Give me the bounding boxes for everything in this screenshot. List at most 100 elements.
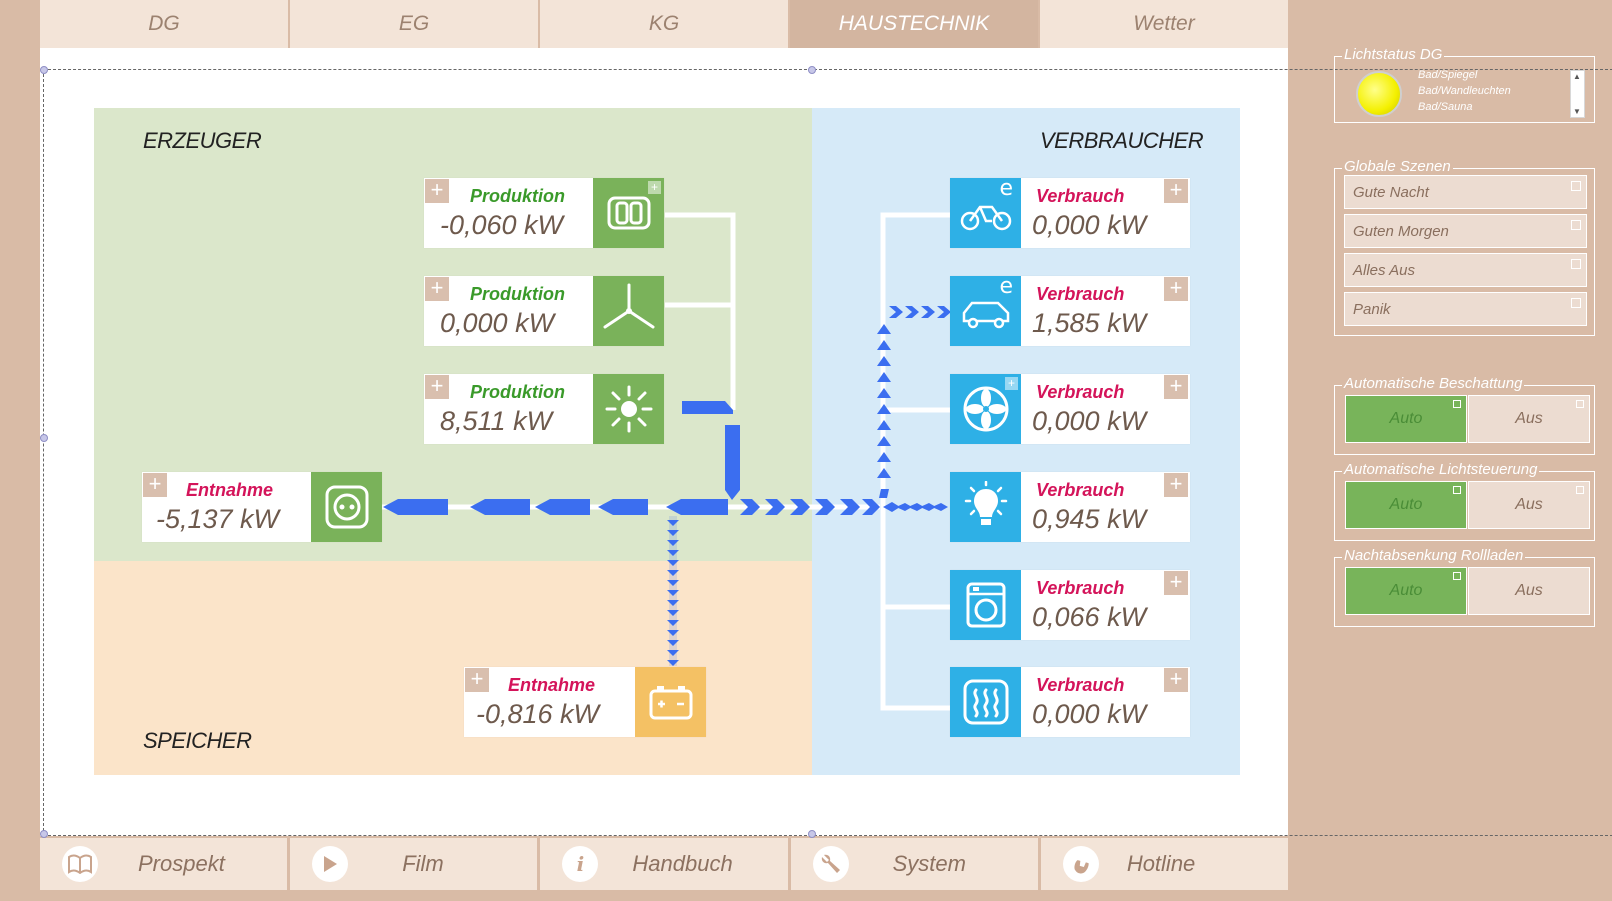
- expand-button[interactable]: +: [465, 668, 489, 692]
- sun-icon: [593, 374, 664, 444]
- card-value: 0,000 kW: [440, 308, 555, 338]
- rollladen-aus-toggle[interactable]: Aus: [1468, 567, 1590, 615]
- handbuch-button[interactable]: i Handbuch: [540, 838, 791, 890]
- card-value: 0,945 kW: [1032, 504, 1147, 534]
- lichtsteuerung-title: Automatische Lichtsteuerung: [1342, 461, 1540, 478]
- card-label: Produktion: [470, 284, 565, 304]
- consumer-card-ecar[interactable]: e Verbrauch 1,585 kW +: [950, 274, 1190, 346]
- consumer-card-washer[interactable]: Verbrauch 0,066 kW +: [950, 570, 1190, 640]
- card-label: Entnahme: [186, 480, 274, 500]
- card-value: -5,137 kW: [156, 504, 280, 534]
- scrollbar[interactable]: ▲ ▼: [1570, 70, 1585, 118]
- card-value: 0,066 kW: [1032, 602, 1147, 632]
- scene-label: Panik: [1353, 301, 1391, 318]
- bottom-label: System: [892, 851, 966, 876]
- consumer-card-fan[interactable]: + Verbrauch 0,000 kW +: [950, 374, 1190, 444]
- system-button[interactable]: System: [790, 838, 1041, 890]
- card-value: -0,816 kW: [476, 699, 600, 729]
- mini-plus-icon: +: [648, 181, 661, 194]
- card-label: Produktion: [470, 382, 565, 402]
- wind-turbine-icon: [593, 276, 664, 346]
- scene-label: Gute Nacht: [1353, 184, 1429, 201]
- consumer-card-light[interactable]: Verbrauch 0,945 kW +: [950, 472, 1190, 542]
- toggle-indicator: [1453, 400, 1461, 408]
- lichtsteuerung-auto-toggle[interactable]: Auto: [1345, 481, 1467, 529]
- card-label: Verbrauch: [1036, 675, 1125, 695]
- list-item: Bad/Sauna: [1418, 101, 1473, 113]
- toggle-indicator: [1453, 486, 1461, 494]
- card-value: 8,511 kW: [440, 406, 553, 436]
- toggle-indicator: [1453, 572, 1461, 580]
- hotline-button[interactable]: Hotline: [1040, 838, 1289, 890]
- e-label: e: [999, 176, 1013, 201]
- scene-panik-button[interactable]: Panik: [1344, 292, 1587, 326]
- card-value: 0,000 kW: [1032, 406, 1147, 436]
- heating-icon: [950, 667, 1021, 737]
- scroll-down-icon[interactable]: ▼: [1573, 107, 1581, 116]
- washing-machine-icon: [950, 570, 1021, 640]
- expand-button[interactable]: +: [425, 179, 449, 203]
- phone-icon: [1062, 846, 1099, 882]
- prospekt-button[interactable]: Prospekt: [40, 838, 291, 890]
- scene-indicator: [1571, 181, 1581, 191]
- consumer-card-heating[interactable]: Verbrauch 0,000 kW +: [950, 667, 1190, 737]
- expand-button[interactable]: +: [1164, 179, 1188, 203]
- scene-guten-morgen-button[interactable]: Guten Morgen: [1344, 214, 1587, 248]
- toggle-label: Aus: [1515, 582, 1543, 599]
- light-status-list[interactable]: Bad/Spiegel Bad/Wandleuchten Bad/Sauna: [1418, 67, 1511, 115]
- scene-label: Guten Morgen: [1353, 223, 1449, 240]
- toggle-label: Auto: [1389, 496, 1423, 513]
- fan-icon: +: [950, 374, 1021, 444]
- producer-card-solar[interactable]: + Produktion 8,511 kW: [424, 374, 664, 444]
- scene-indicator: [1571, 220, 1581, 230]
- bottom-label: Hotline: [1126, 851, 1196, 876]
- e-car-icon: e: [950, 274, 1021, 346]
- toggle-label: Auto: [1389, 582, 1423, 599]
- card-value: -0,060 kW: [440, 210, 564, 240]
- wrench-icon: [812, 846, 849, 882]
- expand-button[interactable]: +: [1164, 375, 1188, 399]
- producer-card-wind[interactable]: + Produktion 0,000 kW: [424, 276, 664, 346]
- battery-icon: [635, 667, 706, 737]
- scene-alles-aus-button[interactable]: Alles Aus: [1344, 253, 1587, 287]
- card-label: Verbrauch: [1036, 578, 1125, 598]
- card-label: Verbrauch: [1036, 382, 1125, 402]
- rollladen-title: Nachtabsenkung Rollladen: [1342, 547, 1526, 564]
- list-item: Bad/Spiegel: [1418, 69, 1478, 81]
- toggle-indicator: [1576, 486, 1584, 494]
- expand-button[interactable]: +: [425, 277, 449, 301]
- toggle-indicator: [1576, 400, 1584, 408]
- e-label: e: [999, 274, 1013, 299]
- film-button[interactable]: Film: [290, 838, 541, 890]
- lichtsteuerung-aus-toggle[interactable]: Aus: [1468, 481, 1590, 529]
- producer-card-generator[interactable]: + Produktion -0,060 kW +: [424, 178, 664, 248]
- info-icon: i: [562, 846, 599, 882]
- card-label: Verbrauch: [1036, 480, 1125, 500]
- consumer-card-ebike[interactable]: e Verbrauch 0,000 kW +: [950, 176, 1190, 248]
- beschattung-auto-toggle[interactable]: Auto: [1345, 395, 1467, 443]
- card-value: 1,585 kW: [1032, 308, 1147, 338]
- scroll-up-icon[interactable]: ▲: [1573, 72, 1581, 81]
- bottom-label: Film: [402, 851, 444, 876]
- expand-button[interactable]: +: [143, 473, 167, 497]
- scene-gute-nacht-button[interactable]: Gute Nacht: [1344, 175, 1587, 209]
- card-label: Produktion: [470, 186, 565, 206]
- light-bulb-icon: [950, 472, 1021, 542]
- power-socket-icon: [311, 472, 382, 542]
- beschattung-aus-toggle[interactable]: Aus: [1468, 395, 1590, 443]
- expand-button[interactable]: +: [425, 375, 449, 399]
- expand-button[interactable]: +: [1164, 473, 1188, 497]
- expand-button[interactable]: +: [1164, 277, 1188, 301]
- lamp-status-icon: [1356, 71, 1402, 117]
- card-value: 0,000 kW: [1032, 210, 1147, 240]
- expand-button[interactable]: +: [1164, 571, 1188, 595]
- play-icon: [312, 846, 349, 882]
- expand-button[interactable]: +: [1164, 668, 1188, 692]
- e-bike-icon: e: [950, 176, 1021, 248]
- toggle-label: Aus: [1515, 496, 1543, 513]
- bottom-label: Prospekt: [138, 851, 225, 876]
- card-label: Entnahme: [508, 675, 596, 695]
- rollladen-auto-toggle[interactable]: Auto: [1345, 567, 1467, 615]
- grid-card[interactable]: + Entnahme -5,137 kW: [142, 472, 382, 542]
- storage-card[interactable]: + Entnahme -0,816 kW: [464, 667, 706, 737]
